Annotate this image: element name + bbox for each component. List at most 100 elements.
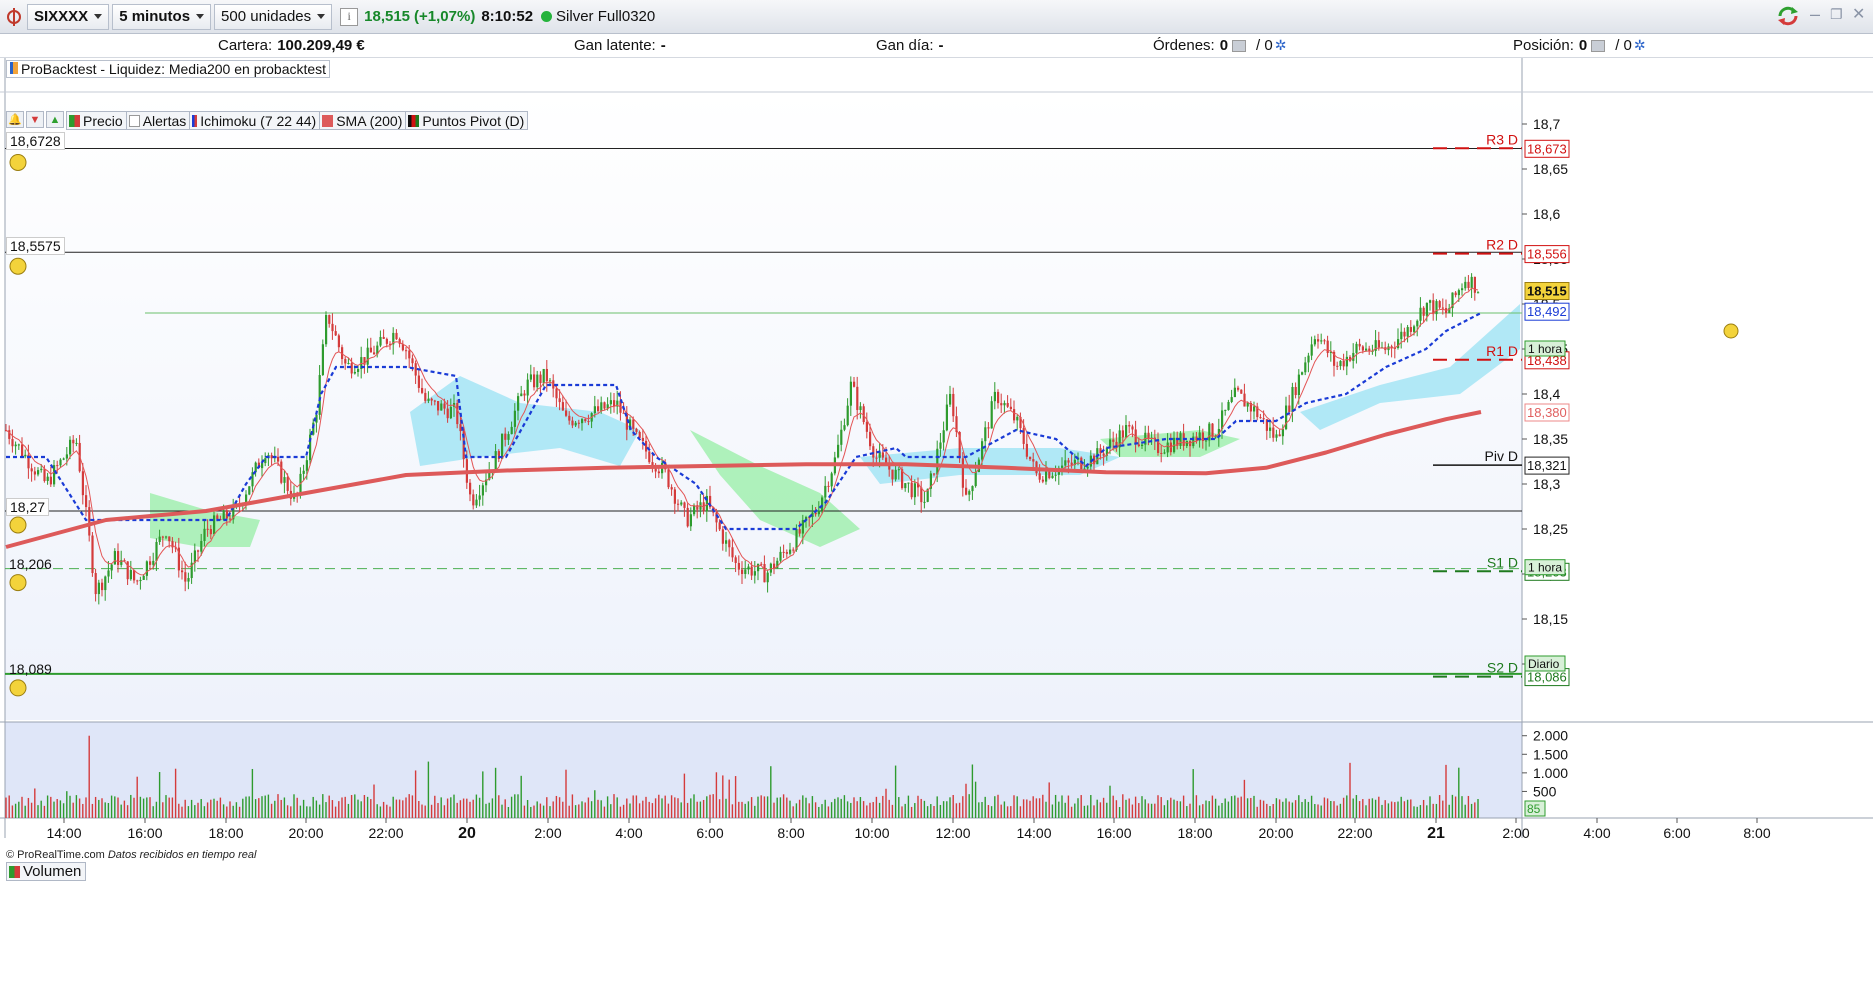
quote-summary: 18,515 (+1,07%) 8:10:52 Silver Full0320 xyxy=(364,8,655,25)
candle-body-207 xyxy=(667,469,670,488)
candle-body-134 xyxy=(433,400,436,402)
alertas-swatch xyxy=(128,114,140,127)
candle-body-305 xyxy=(981,441,984,460)
hline-label-3[interactable]: 18,27 xyxy=(6,498,50,516)
tag-tenkan: 18,492 xyxy=(1527,304,1567,319)
hline-label-5[interactable]: 18,089 xyxy=(6,661,55,679)
candle-body-413 xyxy=(1326,340,1329,353)
candle-body-48 xyxy=(158,536,161,542)
candle-body-29 xyxy=(97,582,100,595)
candle-body-282 xyxy=(907,482,910,484)
candle-body-293 xyxy=(942,430,945,443)
account-bar: Cartera: 100.209,49 € Gan latente: - Gan d… xyxy=(0,34,1873,58)
close-icon[interactable]: ✕ xyxy=(1852,4,1865,24)
candle-body-18 xyxy=(62,458,65,460)
legend-alertas[interactable]: Alertas xyxy=(125,111,191,130)
copyright-text: © ProRealTime.com Datos recibidos en tie… xyxy=(6,849,256,861)
candle-body-10 xyxy=(37,470,40,475)
hline-label-4[interactable]: 18,206 xyxy=(6,556,55,574)
cancel-orders-icon[interactable] xyxy=(1232,39,1247,52)
sma-swatch xyxy=(322,114,334,127)
candle-body-230 xyxy=(741,569,744,575)
bell-settings-icon[interactable]: 🔔 xyxy=(6,111,24,128)
ichimoku-swatch xyxy=(192,114,198,127)
candle-body-225 xyxy=(725,540,728,544)
volume-legend[interactable]: Volumen xyxy=(6,862,87,881)
candle-body-130 xyxy=(421,387,424,393)
candle-body-303 xyxy=(974,472,977,487)
candle-body-115 xyxy=(373,352,376,355)
candle-body-107 xyxy=(347,363,350,365)
candle-body-381 xyxy=(1224,409,1227,411)
units-value: 500 unidades xyxy=(221,8,312,25)
candle-body-187 xyxy=(603,402,606,409)
candle-body-330 xyxy=(1061,465,1064,468)
price-chart[interactable]: R3 D R2 D R1 D Piv D S1 D S2 D 18,7 18,65 18,6 18… xyxy=(0,58,1873,1000)
timeframe-selector[interactable]: 5 minutos xyxy=(112,3,212,30)
hline-label-1[interactable]: 18,6728 xyxy=(6,132,65,150)
candle-body-351 xyxy=(1128,425,1131,427)
backtest-label[interactable]: ProBacktest - Liquidez: Media200 en prob… xyxy=(6,60,331,78)
gear-icon[interactable]: ✲ xyxy=(1634,37,1646,54)
x-tick-label-18: 2:00 xyxy=(1502,825,1529,841)
candle-body-331 xyxy=(1064,460,1067,466)
legend-ichimoku[interactable]: Ichimoku (7 22 44) xyxy=(189,111,321,130)
close-position-icon[interactable] xyxy=(1591,39,1606,52)
plot-background xyxy=(5,92,1522,720)
candle-body-141 xyxy=(456,403,459,425)
candle-body-201 xyxy=(648,451,651,463)
candle-body-226 xyxy=(728,540,731,548)
candle-body-392 xyxy=(1259,417,1262,419)
gear-icon[interactable]: ✲ xyxy=(1275,37,1287,54)
buy-arrow-icon[interactable]: ▲ xyxy=(46,111,64,128)
legend-precio[interactable]: Precio xyxy=(66,111,127,130)
candle-body-239 xyxy=(769,563,772,573)
sell-arrow-icon[interactable]: ▼ xyxy=(26,111,44,128)
candle-body-396 xyxy=(1272,427,1275,438)
hline-label-2[interactable]: 18,5575 xyxy=(6,237,65,255)
candle-body-185 xyxy=(597,406,600,412)
candle-body-398 xyxy=(1278,434,1281,437)
candle-body-223 xyxy=(718,522,721,530)
candle-body-181 xyxy=(584,419,587,422)
units-selector[interactable]: 500 unidades xyxy=(214,3,333,30)
candle-body-377 xyxy=(1211,423,1214,437)
candle-body-133 xyxy=(430,398,433,401)
candle-body-412 xyxy=(1323,340,1326,342)
candle-body-147 xyxy=(475,499,478,506)
candle-body-117 xyxy=(379,336,382,346)
candle-body-165 xyxy=(533,374,536,388)
legend-pivot[interactable]: Puntos Pivot (D) xyxy=(405,111,529,130)
info-icon[interactable]: i xyxy=(340,7,359,26)
candle-body-338 xyxy=(1086,466,1089,469)
chart-area[interactable]: R3 D R2 D R1 D Piv D S1 D S2 D 18,7 18,65 18,6 18… xyxy=(0,58,1873,1000)
legend-sma[interactable]: SMA (200) xyxy=(319,111,407,130)
instrument-selector[interactable]: SIXXXX xyxy=(27,3,110,30)
candle-body-273 xyxy=(878,452,881,458)
candle-body-41 xyxy=(136,580,139,582)
candle-body-307 xyxy=(987,427,990,429)
tag-r2: 18,556 xyxy=(1527,247,1567,262)
candle-body-234 xyxy=(753,571,756,576)
candle-body-2 xyxy=(11,438,14,447)
pivot-label-r3: R3 D xyxy=(1486,131,1518,147)
restore-icon[interactable]: ❐ xyxy=(1830,6,1843,23)
candle-body-189 xyxy=(609,400,612,405)
candle-body-30 xyxy=(101,582,104,591)
candle-body-440 xyxy=(1413,326,1416,332)
y-tick-label-18,35: 18,35 xyxy=(1533,431,1568,447)
candle-body-99 xyxy=(321,344,324,376)
candle-body-272 xyxy=(875,457,878,459)
candle-body-122 xyxy=(395,332,398,340)
ordenes-label: Órdenes: xyxy=(1153,37,1215,54)
legend-sma-label: SMA (200) xyxy=(336,112,403,129)
sync-icon[interactable] xyxy=(1777,6,1799,29)
candle-body-4 xyxy=(17,444,20,446)
precio-swatch xyxy=(69,114,80,127)
candle-body-387 xyxy=(1243,393,1246,407)
candle-body-380 xyxy=(1221,410,1224,429)
candle-body-158 xyxy=(510,426,513,435)
candle-body-443 xyxy=(1422,307,1425,316)
candle-body-296 xyxy=(952,393,955,417)
minimize-icon[interactable]: – xyxy=(1810,4,1820,25)
